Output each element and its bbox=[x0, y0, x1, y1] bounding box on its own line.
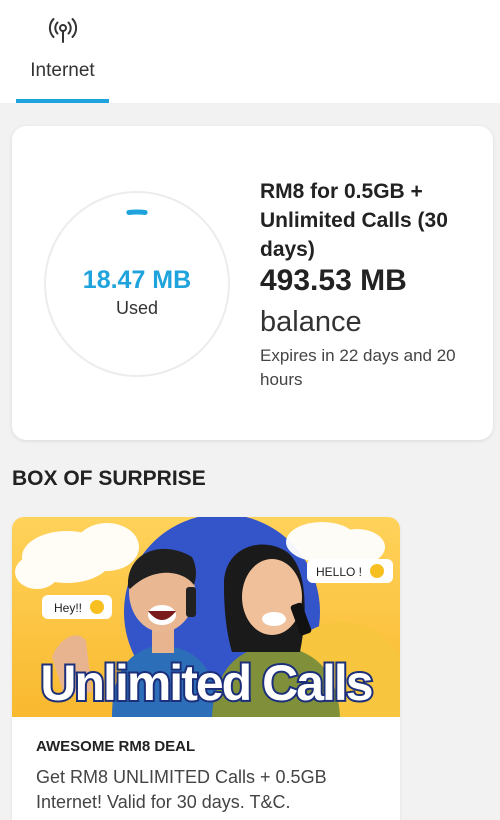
tab-internet-label: Internet bbox=[30, 60, 95, 81]
expiry-text: Expires in 22 days and 20 hours bbox=[260, 346, 456, 389]
speech-bubble-left: Hey!! bbox=[42, 595, 112, 619]
plan-name: RM8 for 0.5GB + Unlimited Calls (30 days… bbox=[260, 180, 448, 261]
balance-value: 493.53 MB bbox=[260, 264, 407, 297]
active-tab-indicator bbox=[16, 99, 109, 103]
promo-card[interactable]: Hey!! HELLO ! Unlimited Calls AWESOME RM… bbox=[12, 517, 400, 820]
promo-description: Get RM8 UNLIMITED Calls + 0.5GB Internet… bbox=[36, 767, 327, 812]
banner-headline: Unlimited Calls bbox=[40, 655, 371, 711]
section-title: BOX OF SURPRISE bbox=[12, 467, 206, 490]
used-value: 18.47 MB bbox=[82, 266, 192, 294]
tab-internet[interactable]: Internet bbox=[16, 0, 109, 103]
used-label: Used bbox=[115, 298, 159, 318]
balance-label: balance bbox=[260, 306, 362, 338]
antenna-icon bbox=[46, 14, 80, 48]
tab-bar: Internet bbox=[0, 0, 500, 103]
usage-card[interactable]: 18.47 MB Used RM8 for 0.5GB + Unlimited … bbox=[12, 126, 493, 440]
promo-banner-image[interactable]: Hey!! HELLO ! Unlimited Calls bbox=[12, 517, 400, 717]
bubble-right-text: HELLO ! bbox=[316, 565, 362, 579]
promo-title: AWESOME RM8 DEAL bbox=[36, 738, 196, 755]
speech-bubble-right: HELLO ! bbox=[307, 559, 393, 583]
bubble-left-text: Hey!! bbox=[54, 601, 82, 615]
